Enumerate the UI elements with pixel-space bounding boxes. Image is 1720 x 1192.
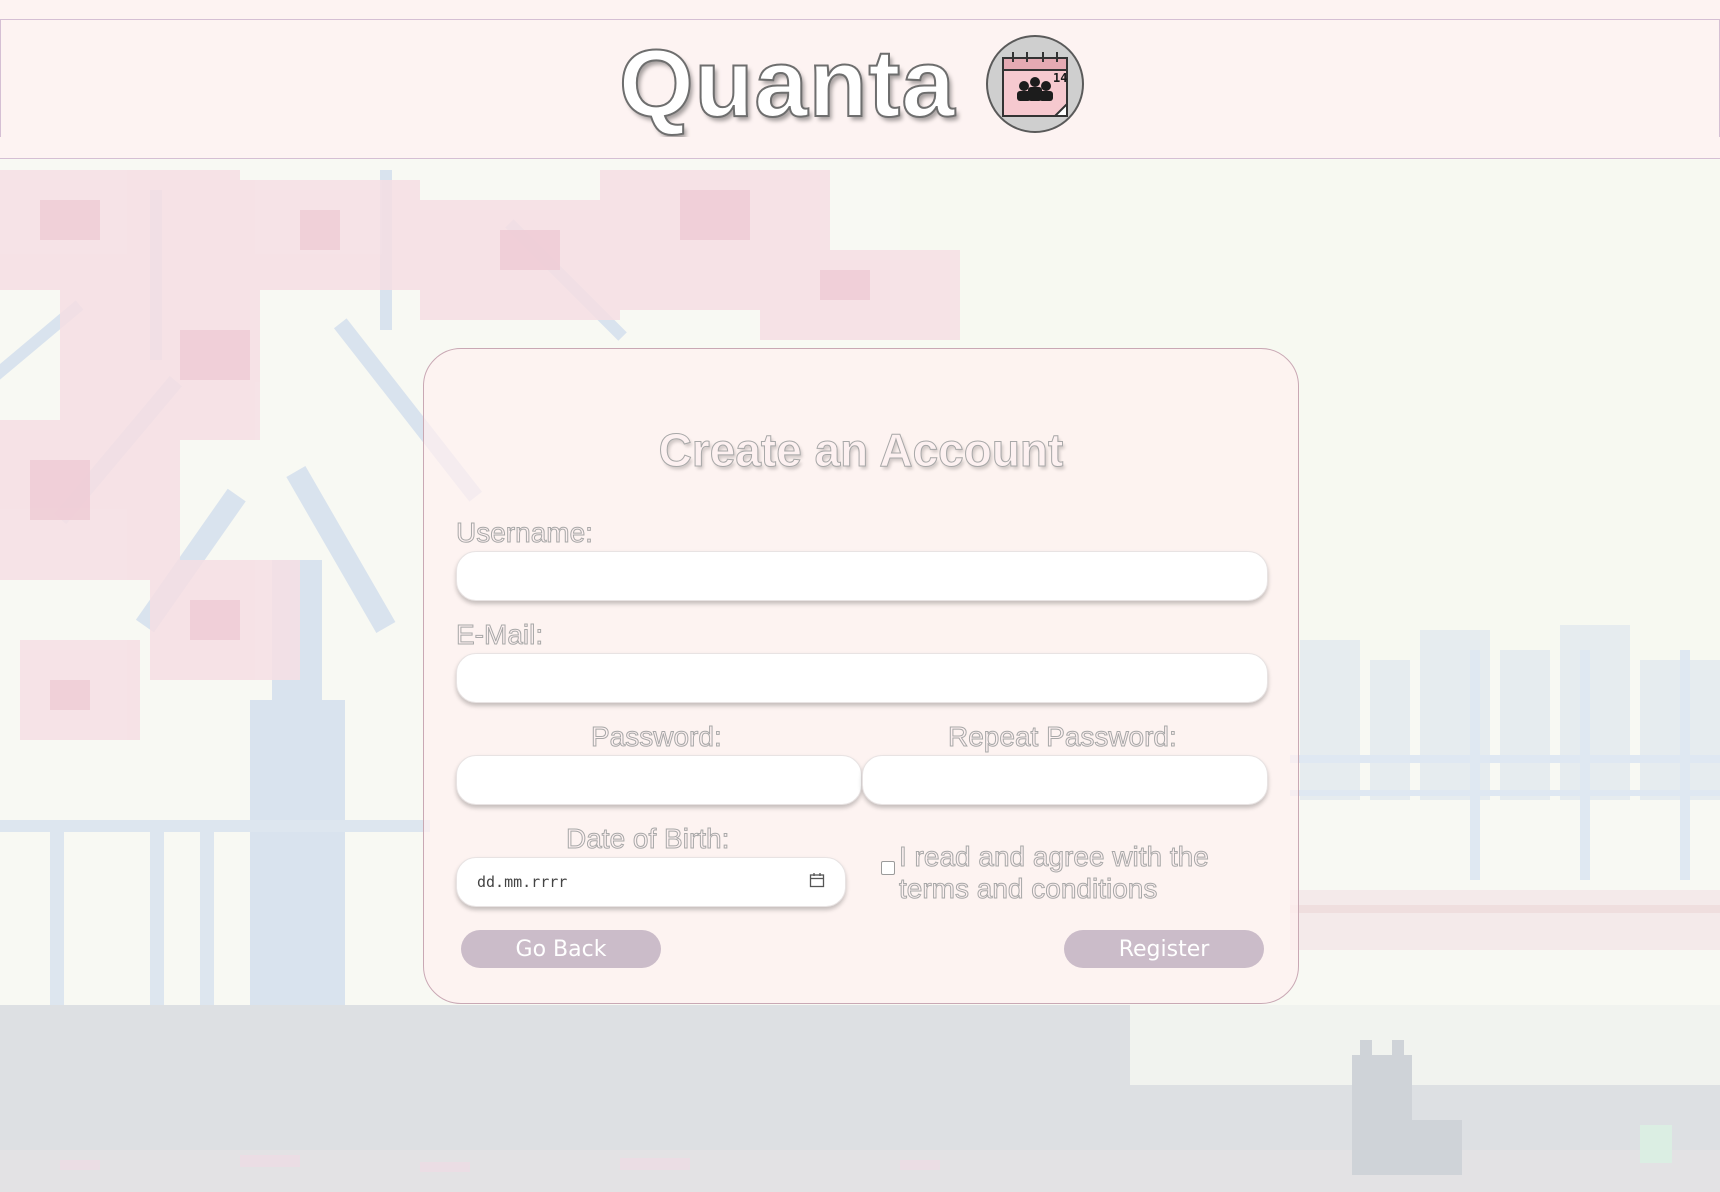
form-title: Create an Account	[658, 424, 1064, 477]
terms-label[interactable]: I read and agree with the terms and cond…	[899, 841, 1211, 905]
email-label: E-Mail:	[455, 619, 544, 651]
app-header: Quanta 14	[0, 19, 1720, 138]
header-divider	[0, 158, 1720, 159]
password-input[interactable]	[456, 755, 862, 805]
terms-checkbox[interactable]	[881, 861, 895, 875]
dob-input[interactable]: dd.mm.rrrr	[456, 857, 846, 907]
brand[interactable]: Quanta 14	[618, 30, 1084, 137]
calendar-group-icon: 14	[985, 35, 1084, 133]
register-button[interactable]: Register	[1064, 930, 1264, 968]
header-gap	[0, 137, 1720, 158]
password-label: Password:	[591, 721, 723, 753]
dob-label: Date of Birth:	[565, 823, 730, 855]
calendar-icon[interactable]	[809, 872, 825, 893]
dob-placeholder: dd.mm.rrrr	[477, 873, 568, 891]
username-input[interactable]	[456, 551, 1268, 601]
app-title: Quanta	[618, 30, 956, 137]
go-back-button[interactable]: Go Back	[461, 930, 661, 968]
header-top-strip	[0, 0, 1720, 19]
username-label: Username:	[456, 517, 594, 549]
register-form: Create an Account Username: E-Mail: Pass…	[423, 348, 1299, 1004]
email-input[interactable]	[456, 653, 1268, 703]
terms-row: I read and agree with the terms and cond…	[881, 841, 1211, 905]
repeat-password-label: Repeat Password:	[948, 721, 1178, 753]
logo-day: 14	[1053, 71, 1067, 85]
repeat-password-input[interactable]	[862, 755, 1268, 805]
